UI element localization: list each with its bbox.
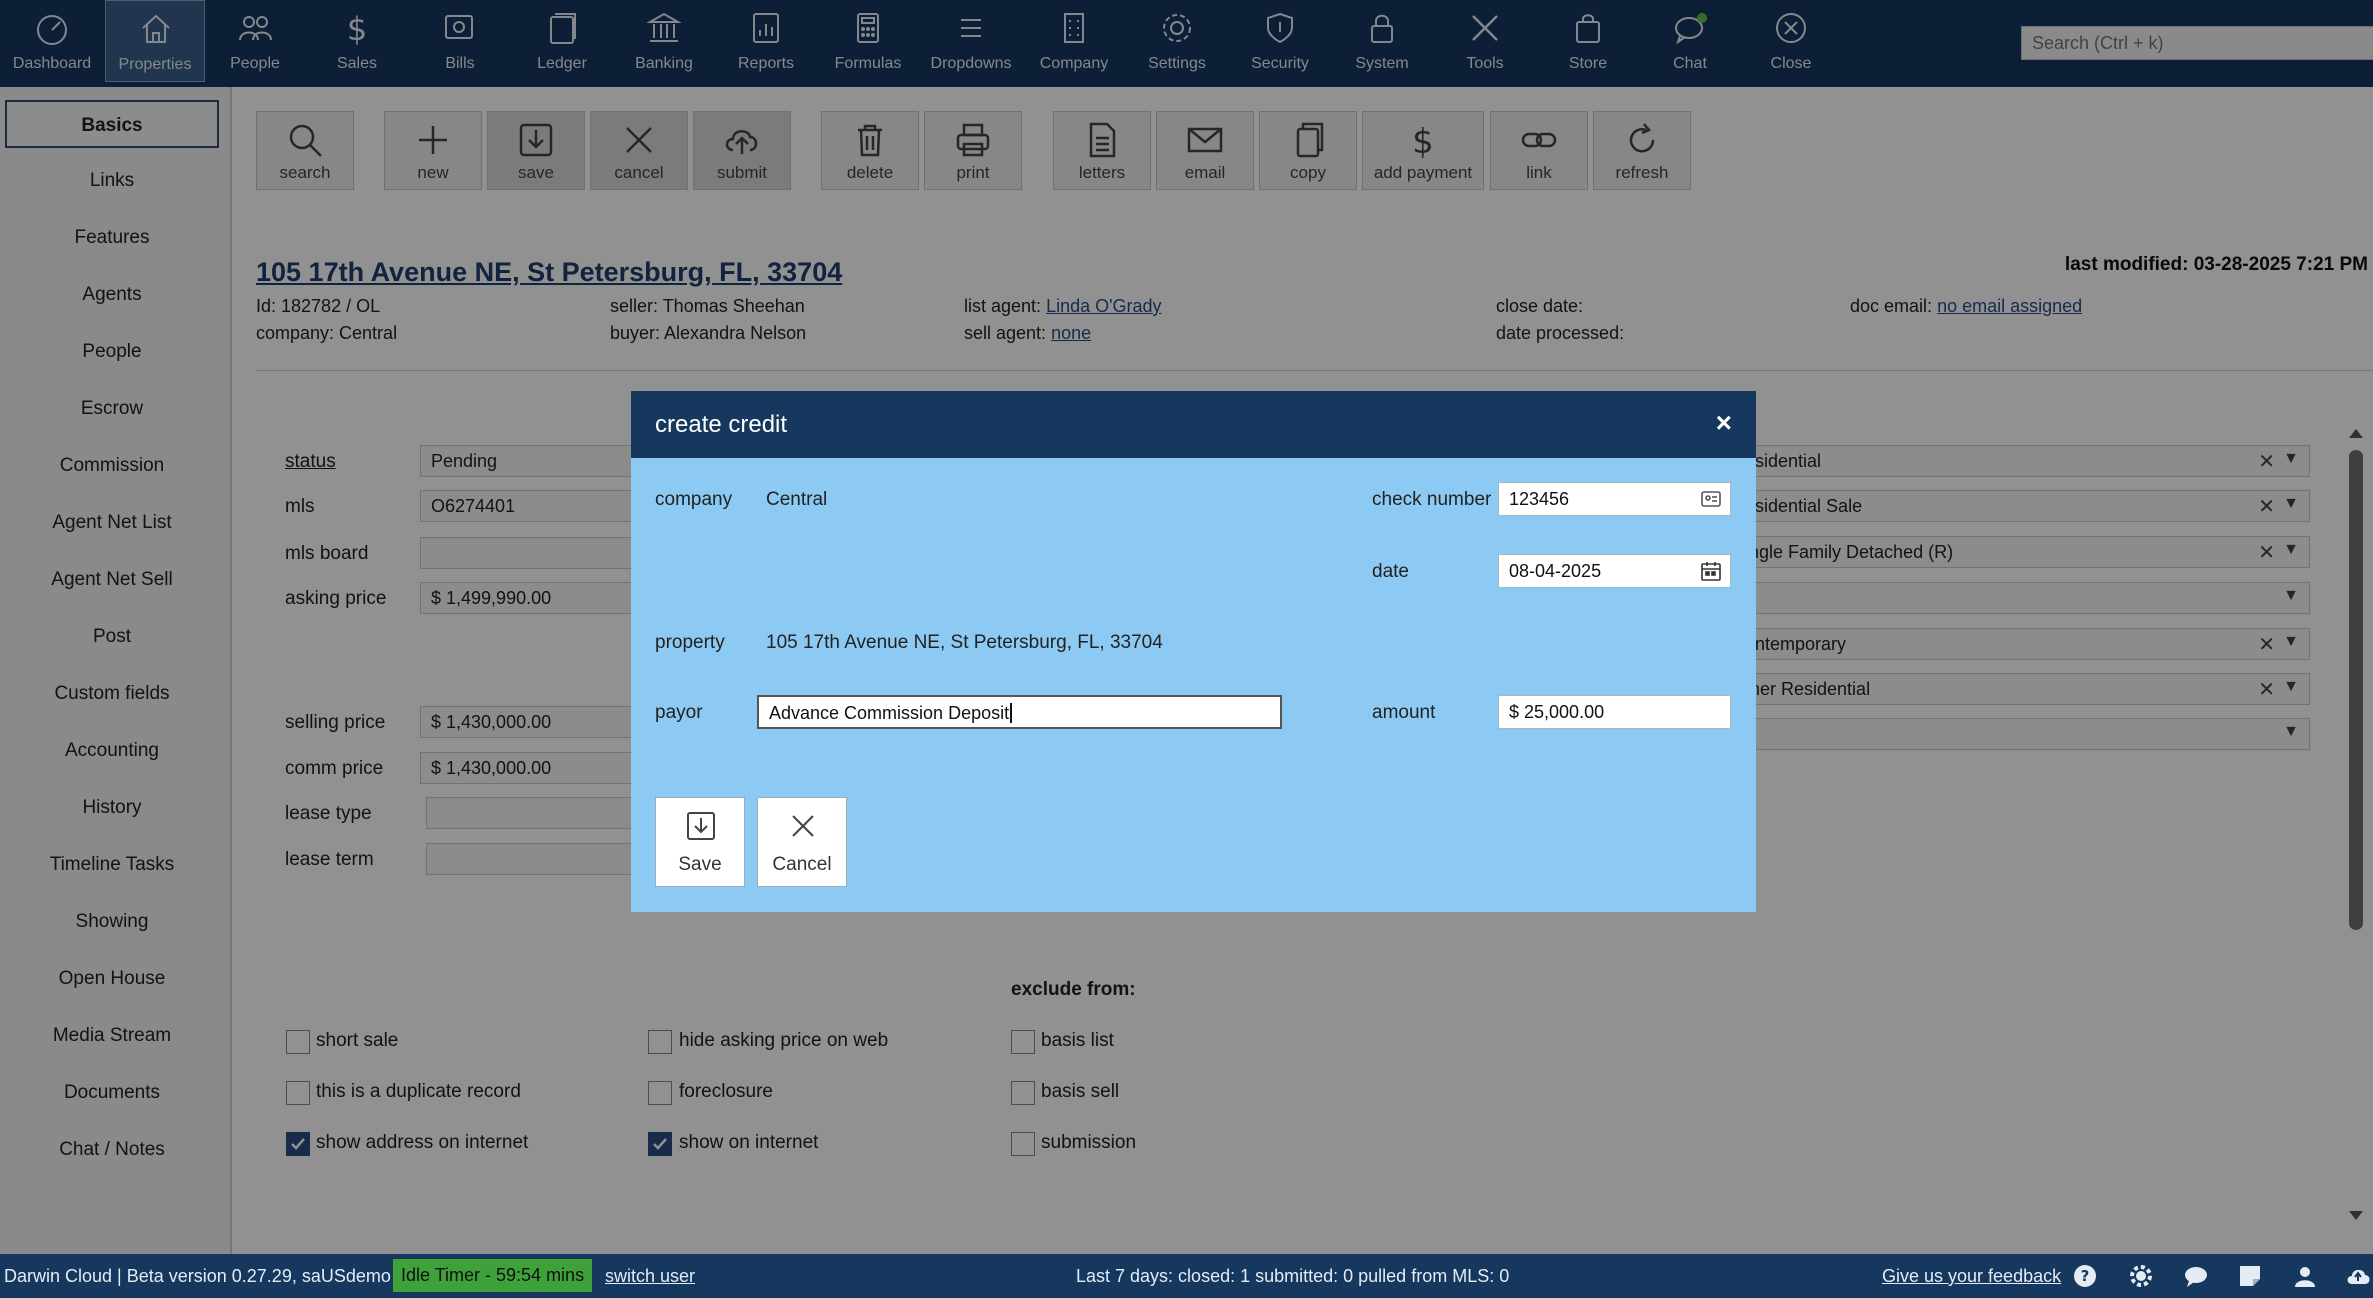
cloud-upload-icon[interactable] xyxy=(2345,1263,2371,1289)
version-text: Darwin Cloud | Beta version 0.27.29, saU… xyxy=(4,1266,391,1286)
id-card-icon[interactable] xyxy=(1700,488,1722,510)
calendar-icon[interactable] xyxy=(1700,560,1722,582)
payor-input[interactable]: Advance Commission Deposit xyxy=(757,695,1282,729)
dialog-cancel-button[interactable]: Cancel xyxy=(757,797,847,887)
company-value: Central xyxy=(766,489,828,510)
switch-user-link[interactable]: switch user xyxy=(605,1266,695,1287)
payor-label: payor xyxy=(655,702,703,723)
dialog-title: create credit xyxy=(655,411,788,438)
status-bar: Darwin Cloud | Beta version 0.27.29, saU… xyxy=(0,1254,2373,1298)
close-icon[interactable]: × xyxy=(1716,407,1732,439)
amount-value: $ 25,000.00 xyxy=(1509,702,1605,722)
create-credit-dialog: create credit × company Central property… xyxy=(631,391,1756,912)
user-icon[interactable] xyxy=(2292,1263,2318,1289)
amount-input[interactable]: $ 25,000.00 xyxy=(1498,695,1731,729)
gear-icon[interactable] xyxy=(2128,1263,2154,1289)
date-value: 08-04-2025 xyxy=(1509,561,1602,581)
dialog-save-label: Save xyxy=(678,854,722,875)
feedback-link[interactable]: Give us your feedback xyxy=(1882,1266,2061,1287)
sticky-note-icon[interactable] xyxy=(2237,1263,2263,1289)
payor-value: Advance Commission Deposit xyxy=(769,703,1010,723)
property-label: property xyxy=(655,632,725,653)
date-input[interactable]: 08-04-2025 xyxy=(1498,554,1731,588)
svg-text:?: ? xyxy=(2081,1267,2090,1285)
check-number-value: 123456 xyxy=(1509,489,1570,509)
date-label: date xyxy=(1372,561,1409,582)
property-value: 105 17th Avenue NE, St Petersburg, FL, 3… xyxy=(766,632,1163,653)
amount-label: amount xyxy=(1372,702,1436,723)
chat-icon[interactable] xyxy=(2183,1263,2209,1289)
x-icon xyxy=(792,815,814,837)
dialog-save-button[interactable]: Save xyxy=(655,797,745,887)
dialog-cancel-label: Cancel xyxy=(772,854,832,875)
dialog-header: create credit × xyxy=(631,391,1756,458)
text-cursor xyxy=(1010,703,1013,723)
weekly-stats: Last 7 days: closed: 1 submitted: 0 pull… xyxy=(1076,1266,1510,1286)
save-icon xyxy=(687,812,715,840)
idle-timer-badge: Idle Timer - 59:54 mins xyxy=(393,1259,593,1292)
help-icon[interactable]: ? xyxy=(2072,1263,2098,1289)
check-number-label: check number xyxy=(1372,489,1492,510)
company-label: company xyxy=(655,489,733,510)
check-number-input[interactable]: 123456 xyxy=(1498,482,1731,516)
